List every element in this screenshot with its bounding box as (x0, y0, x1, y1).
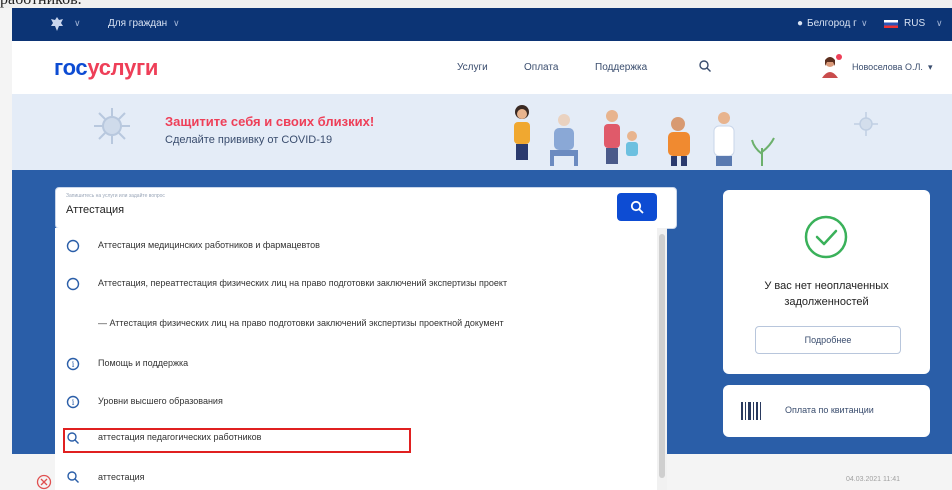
suggestion-subitem[interactable]: — Аттестация физических лиц на право под… (55, 306, 655, 344)
debt-status-text: У вас нет неоплаченных задолженностей (723, 278, 930, 310)
virus-small-icon (854, 112, 878, 136)
suggestion-item[interactable]: i Помощь и поддержка (55, 346, 655, 384)
site-header: госуслуги Услуги Оплата Поддержка Новосе… (12, 41, 952, 95)
suggestion-item[interactable]: i Уровни высшего образования (55, 384, 655, 422)
language-selector[interactable]: RUS (904, 18, 925, 29)
covid-banner[interactable]: Защитите себя и своих близких! Сделайте … (12, 94, 952, 170)
banner-title: Защитите себя и своих близких! (165, 114, 375, 129)
nav-services[interactable]: Услуги (457, 62, 488, 73)
audience-selector[interactable]: Для граждан (108, 18, 167, 29)
search-icon (67, 471, 79, 483)
location-pin-icon: ● (797, 18, 804, 29)
suggestion-text: — Аттестация физических лиц на право под… (98, 318, 504, 328)
user-name-menu[interactable]: Новоселова О.Л. (852, 62, 923, 72)
svg-text:i: i (72, 360, 75, 369)
audience-chevron-icon[interactable]: ∨ (173, 18, 180, 29)
virus-icon (94, 108, 130, 144)
search-field-label: Запишитесь на услуги или задайте вопрос (66, 193, 165, 199)
debt-status-line-2: задолженностей (784, 296, 869, 308)
document-text-fragment: работников. (0, 0, 952, 8)
nav-support[interactable]: Поддержка (595, 62, 647, 73)
search-field[interactable]: Запишитесь на услуги или задайте вопрос … (55, 187, 677, 229)
logo-part-1: гос (54, 55, 88, 80)
language-chevron-icon[interactable]: ∨ (936, 18, 943, 29)
suggestion-text: аттестация (98, 472, 145, 482)
location-selector[interactable]: Белгород г (807, 18, 857, 29)
details-button-label: Подробнее (804, 335, 852, 345)
crest-chevron-icon[interactable]: ∨ (74, 18, 81, 29)
scrollbar-thumb[interactable] (659, 234, 665, 478)
logo-part-2: услуги (87, 55, 159, 80)
pay-by-receipt-card[interactable]: Оплата по квитанции (723, 385, 930, 437)
close-icon[interactable] (36, 474, 52, 490)
search-button-icon (630, 200, 644, 214)
notification-dot (836, 54, 842, 60)
suggestion-item[interactable]: Аттестация, переаттестация физических ли… (55, 266, 655, 304)
top-bar: ∨ Для граждан ∨ ● Белгород г ∨ RUS ∨ (12, 8, 952, 41)
timestamp: 04.03.2021 11:41 (846, 476, 900, 483)
search-input[interactable]: Аттестация (66, 204, 124, 216)
svg-text:i: i (72, 398, 75, 407)
radio-circle-icon (66, 239, 80, 253)
highlight-annotation (63, 428, 411, 453)
family-illustration (514, 105, 775, 166)
barcode-icon (741, 402, 761, 420)
document-text: работников. (0, 0, 82, 8)
suggestion-item[interactable]: аттестация (55, 464, 655, 490)
gosuslugi-logo[interactable]: госуслуги (54, 55, 158, 81)
suggestion-item[interactable]: Аттестация медицинских работников и фарм… (55, 228, 655, 266)
check-circle-icon (804, 215, 848, 259)
user-menu-chevron-icon[interactable]: ▾ (928, 62, 933, 73)
debt-status-card: У вас нет неоплаченных задолженностей По… (723, 190, 930, 374)
radio-circle-icon (66, 277, 80, 291)
suggestion-text: Уровни высшего образования (98, 396, 223, 406)
header-search-icon[interactable] (698, 59, 712, 73)
banner-subtitle: Сделайте прививку от COVID-19 (165, 134, 333, 146)
flag-icon (884, 20, 898, 28)
search-button[interactable] (617, 193, 657, 221)
suggestion-text: Помощь и поддержка (98, 358, 189, 368)
suggestion-text: Аттестация, переаттестация физических ли… (98, 278, 508, 288)
location-chevron-icon[interactable]: ∨ (861, 18, 868, 29)
nav-payment[interactable]: Оплата (524, 62, 558, 73)
details-button[interactable]: Подробнее (755, 326, 901, 354)
debt-status-line-1: У вас нет неоплаченных (764, 280, 889, 292)
suggestion-text: Аттестация медицинских работников и фарм… (98, 240, 320, 250)
info-icon: i (66, 357, 80, 371)
info-icon: i (66, 395, 80, 409)
pay-by-receipt-label: Оплата по квитанции (785, 405, 874, 415)
dropdown-scrollbar[interactable] (657, 228, 667, 490)
coat-of-arms-icon (51, 17, 63, 31)
